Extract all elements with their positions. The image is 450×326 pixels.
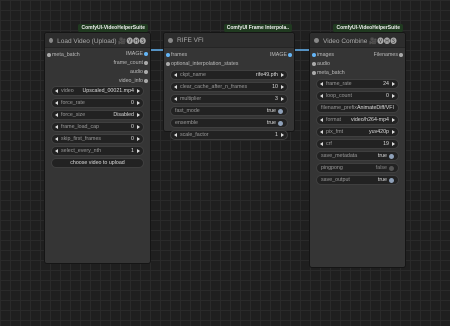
node-source-badge: ComfyUI-VideoHelperSuite: [78, 24, 148, 32]
output-slot-image[interactable]: IMAGE: [263, 50, 294, 59]
arrow-right-icon[interactable]: [137, 137, 140, 141]
widget-save-metadata[interactable]: save_metadata true: [316, 151, 399, 161]
input-slot-interpolation-states[interactable]: optional_interpolation_states: [164, 59, 294, 68]
output-slot-filenames[interactable]: Filenames: [367, 50, 405, 59]
widget-save-output[interactable]: save_output true: [316, 175, 399, 185]
arrow-right-icon[interactable]: [137, 113, 140, 117]
arrow-right-icon[interactable]: [137, 101, 140, 105]
arrow-left-icon[interactable]: [55, 89, 58, 93]
widget-clear-cache[interactable]: clear_cache_after_n_frames 10: [170, 82, 288, 92]
arrow-left-icon[interactable]: [174, 133, 177, 137]
arrow-left-icon[interactable]: [320, 142, 323, 146]
arrow-left-icon[interactable]: [55, 101, 58, 105]
upload-video-button[interactable]: choose video to upload: [51, 158, 144, 168]
arrow-right-icon[interactable]: [392, 82, 395, 86]
arrow-left-icon[interactable]: [174, 73, 177, 77]
widget-skip-first-frames[interactable]: skip_first_frames 0: [51, 134, 144, 144]
output-pin-icon[interactable]: [144, 69, 148, 74]
input-pin-icon[interactable]: [166, 61, 170, 66]
input-slot-frames[interactable]: frames: [164, 50, 194, 59]
arrow-left-icon[interactable]: [320, 94, 323, 98]
arrow-left-icon[interactable]: [55, 137, 58, 141]
node-source-badge: ComfyUI-VideoHelperSuite: [333, 24, 403, 32]
widget-force-rate[interactable]: force_rate 0: [51, 98, 144, 108]
widget-scale-factor[interactable]: scale_factor 1: [170, 130, 288, 140]
node-header[interactable]: Video Combine 🎥🅥🅗🅢: [310, 33, 405, 48]
widget-force-size[interactable]: force_size Disabled: [51, 110, 144, 120]
arrow-left-icon[interactable]: [55, 149, 58, 153]
input-pin-icon[interactable]: [312, 70, 316, 75]
input-pin-icon[interactable]: [47, 52, 51, 57]
widget-crf[interactable]: crf 19: [316, 139, 399, 149]
arrow-left-icon[interactable]: [55, 113, 58, 117]
rife-vfi-node[interactable]: ComfyUI Frame Interpola.. RIFE VFI frame…: [163, 24, 295, 140]
widget-ensemble[interactable]: ensemble true: [170, 118, 288, 128]
node-title: Load Video (Upload) 🎥🅥🅗🅢: [57, 38, 146, 45]
node-header[interactable]: Load Video (Upload) 🎥🅥🅗🅢: [45, 33, 150, 48]
collapse-dot-icon[interactable]: [314, 37, 319, 43]
widget-fast-mode[interactable]: fast_mode true: [170, 106, 288, 116]
widget-frame-load-cap[interactable]: frame_load_cap 0: [51, 122, 144, 132]
input-pin-icon[interactable]: [312, 52, 316, 57]
input-pin-icon[interactable]: [312, 61, 316, 66]
node-title: RIFE VFI: [177, 36, 204, 44]
collapse-dot-icon[interactable]: [168, 37, 173, 43]
output-slots: IMAGE frame_count audio video_info: [80, 49, 150, 85]
arrow-left-icon[interactable]: [320, 118, 323, 122]
widget-loop-count[interactable]: loop_count 0: [316, 91, 399, 101]
output-slot[interactable]: IMAGE: [80, 49, 150, 58]
arrow-left-icon[interactable]: [174, 85, 177, 89]
node-title: Video Combine 🎥🅥🅗🅢: [323, 38, 397, 45]
arrow-right-icon[interactable]: [281, 97, 284, 101]
toggle-knob-icon[interactable]: [389, 165, 394, 171]
widget-filename-prefix[interactable]: filename_prefix AnimateDiff/VFI: [316, 103, 399, 113]
arrow-right-icon[interactable]: [137, 149, 140, 153]
widget-select-every-nth[interactable]: select_every_nth 1: [51, 146, 144, 156]
input-slot-images[interactable]: images: [310, 50, 341, 59]
widget-pingpong[interactable]: pingpong false: [316, 163, 399, 173]
widget-multiplier[interactable]: multiplier 3: [170, 94, 288, 104]
arrow-left-icon[interactable]: [55, 125, 58, 129]
output-pin-icon[interactable]: [288, 52, 292, 57]
arrow-left-icon[interactable]: [320, 130, 323, 134]
arrow-right-icon[interactable]: [281, 73, 284, 77]
output-pin-icon[interactable]: [144, 51, 148, 56]
collapse-dot-icon[interactable]: [49, 37, 54, 43]
widget-pix-fmt[interactable]: pix_fmt yuv420p: [316, 127, 399, 137]
widget-format[interactable]: format video/h264-mp4: [316, 115, 399, 125]
toggle-knob-icon[interactable]: [278, 120, 283, 126]
widget-frame-rate[interactable]: frame_rate 24: [316, 79, 399, 89]
output-pin-icon[interactable]: [144, 78, 148, 83]
arrow-left-icon[interactable]: [174, 97, 177, 101]
arrow-left-icon[interactable]: [320, 82, 323, 86]
node-header[interactable]: RIFE VFI: [164, 33, 294, 48]
output-pin-icon[interactable]: [399, 52, 403, 57]
video-combine-node[interactable]: ComfyUI-VideoHelperSuite Video Combine 🎥…: [309, 24, 406, 268]
output-slot[interactable]: audio: [80, 67, 150, 76]
output-slot[interactable]: frame_count: [80, 58, 150, 67]
arrow-right-icon[interactable]: [392, 142, 395, 146]
widget-ckpt-name[interactable]: ckpt_name rife49.pth: [170, 70, 288, 80]
arrow-right-icon[interactable]: [137, 89, 140, 93]
arrow-right-icon[interactable]: [281, 85, 284, 89]
widget-video[interactable]: video Upscaled_00021.mp4: [51, 86, 144, 96]
input-slot-meta-batch[interactable]: meta_batch: [310, 68, 405, 77]
output-pin-icon[interactable]: [144, 60, 148, 65]
arrow-right-icon[interactable]: [137, 125, 140, 129]
load-video-node[interactable]: ComfyUI-VideoHelperSuite Load Video (Upl…: [44, 24, 151, 264]
toggle-knob-icon[interactable]: [278, 108, 283, 114]
toggle-knob-icon[interactable]: [389, 177, 394, 183]
toggle-knob-icon[interactable]: [389, 153, 394, 159]
input-pin-icon[interactable]: [166, 52, 170, 57]
arrow-right-icon[interactable]: [392, 118, 395, 122]
arrow-right-icon[interactable]: [392, 130, 395, 134]
arrow-right-icon[interactable]: [281, 133, 284, 137]
input-slot-audio[interactable]: audio: [310, 59, 405, 68]
arrow-right-icon[interactable]: [392, 94, 395, 98]
node-source-badge: ComfyUI Frame Interpola..: [223, 24, 292, 32]
